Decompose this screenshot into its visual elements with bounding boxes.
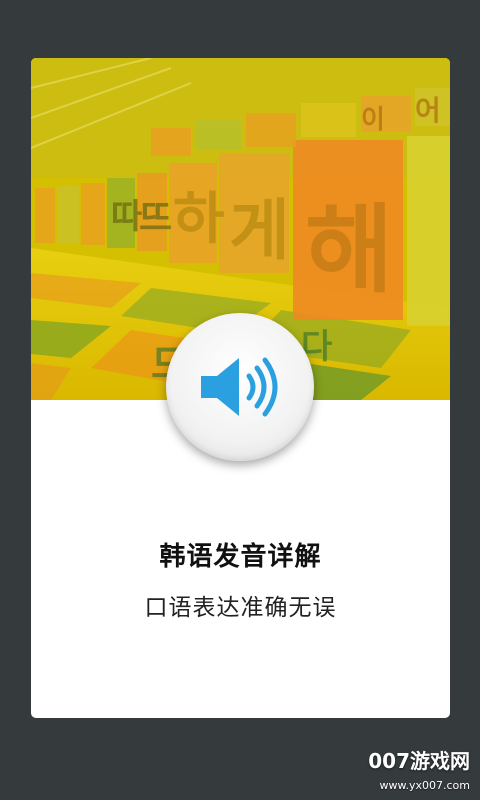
speaker-icon [201, 357, 278, 417]
feature-card: 하 게 해 따 뜨 이 어 드 다 [31, 58, 450, 718]
svg-text:어: 어 [415, 94, 441, 127]
watermark-url: www.yx007.com [379, 779, 470, 792]
svg-text:뜨: 뜨 [139, 198, 172, 239]
svg-text:하: 하 [173, 187, 225, 252]
svg-text:해: 해 [305, 194, 393, 306]
feature-title: 韩语发音详解 [159, 542, 322, 572]
watermark-logo: 007游戏网 [368, 749, 470, 773]
svg-text:따: 따 [111, 197, 142, 237]
play-audio-button[interactable] [166, 313, 314, 461]
svg-text:게: 게 [229, 192, 290, 269]
feature-subtitle: 口语表达准确无误 [144, 595, 337, 621]
screen: 하 게 해 따 뜨 이 어 드 다 [0, 0, 480, 800]
svg-text:이: 이 [361, 105, 385, 135]
